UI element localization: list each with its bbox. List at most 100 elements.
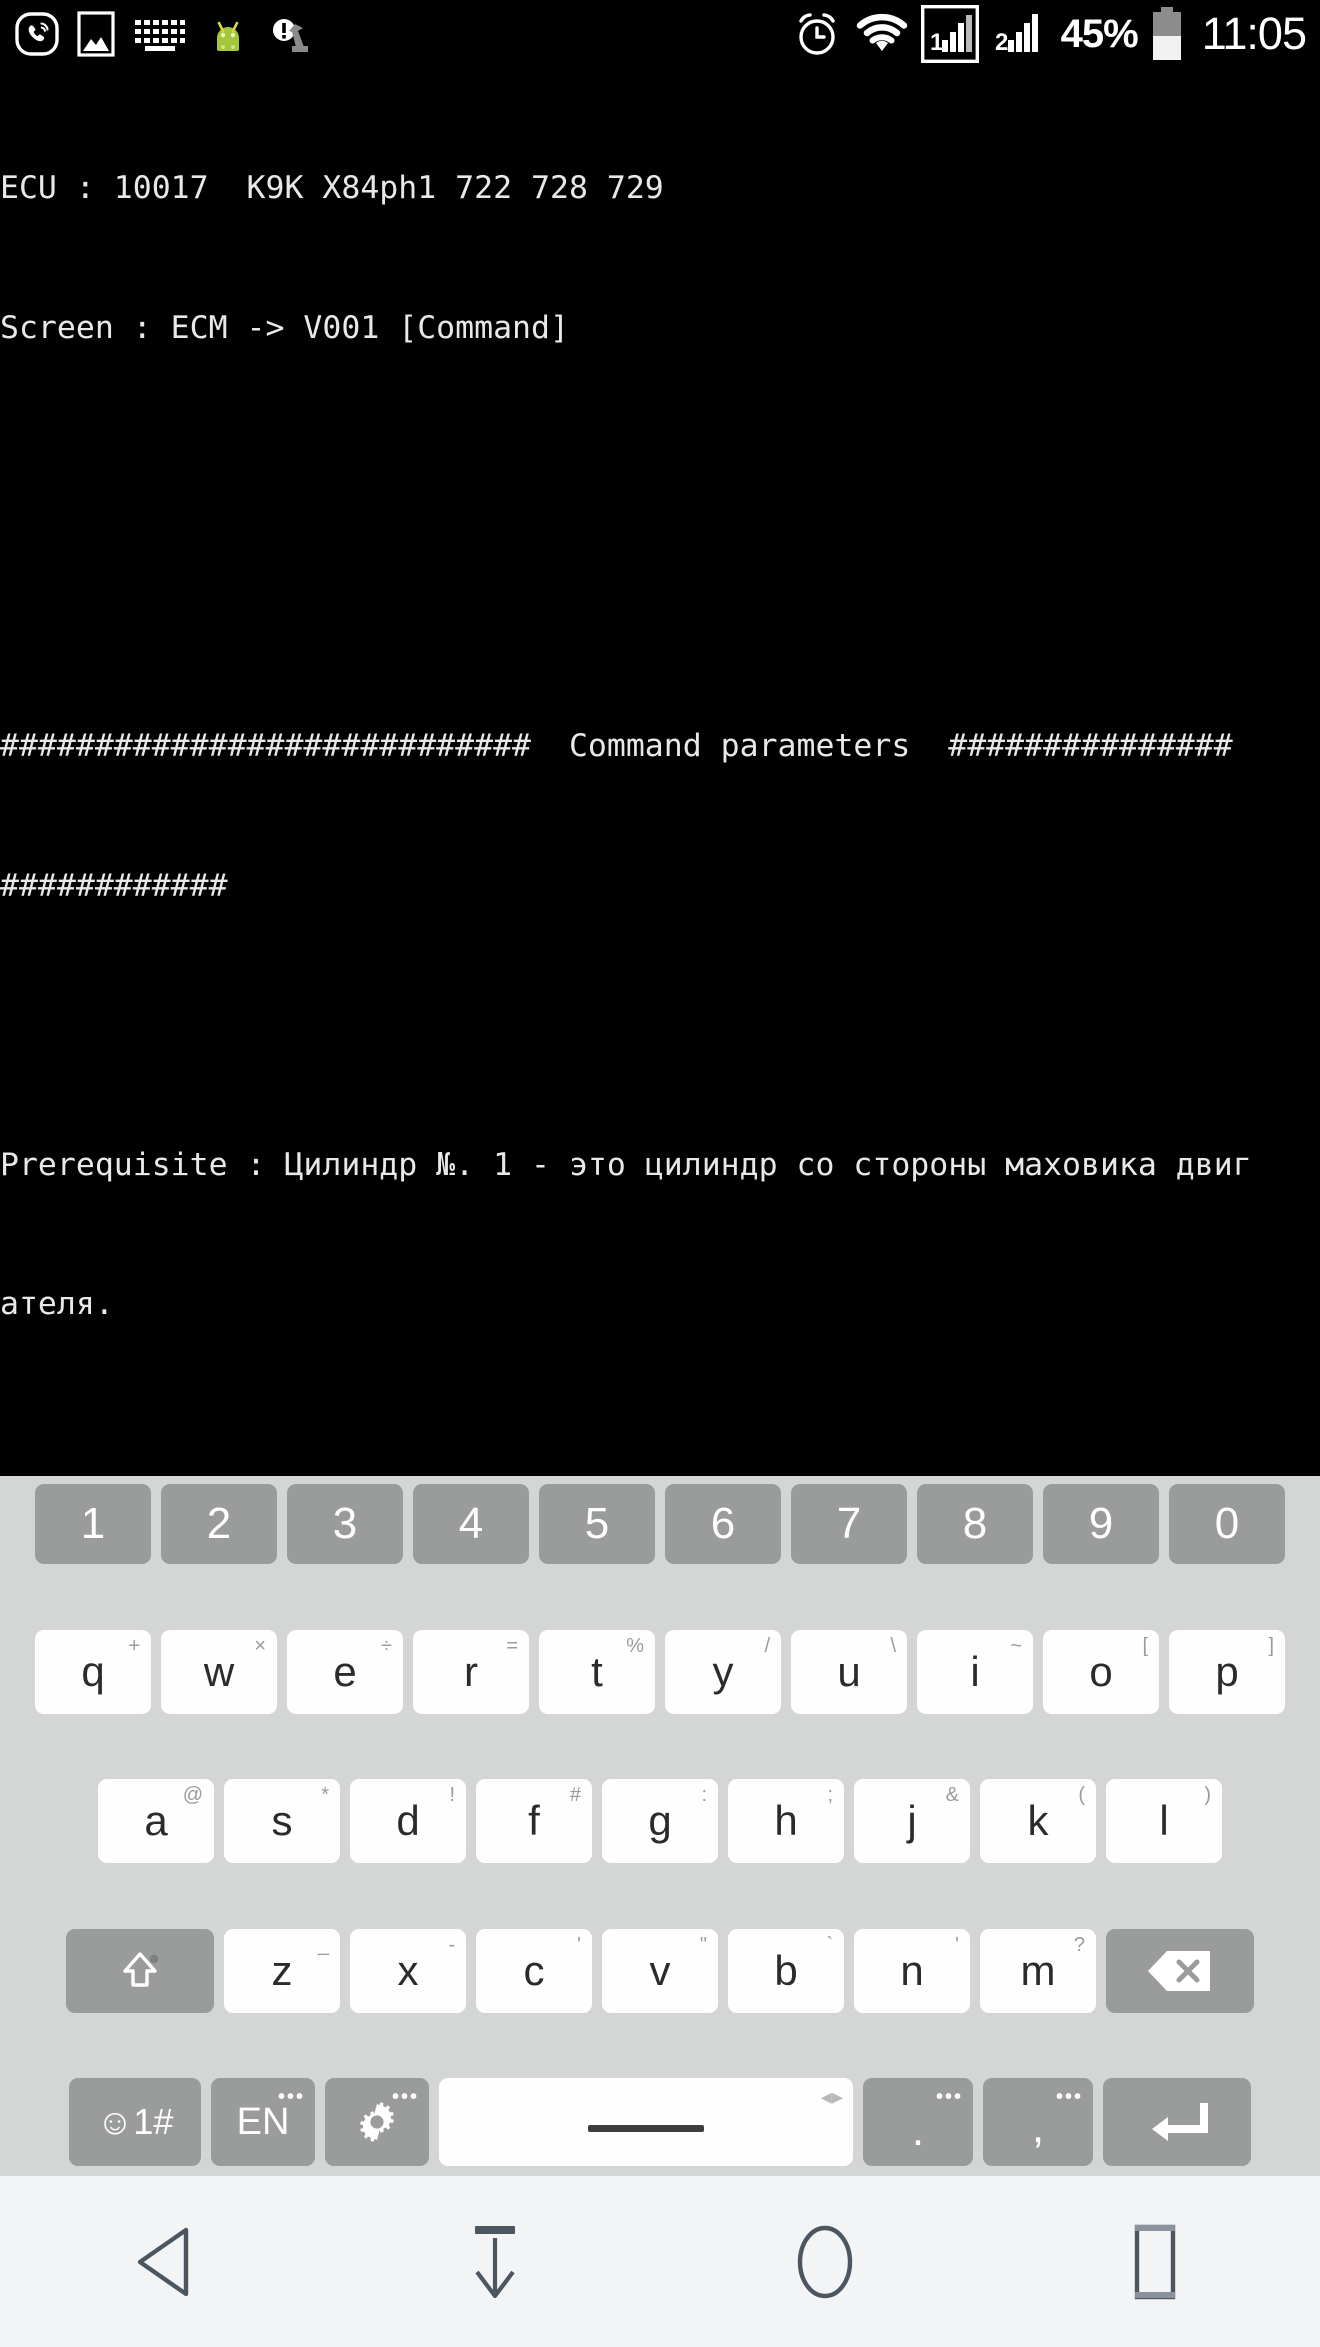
key-more-dots: ••• bbox=[391, 2086, 419, 2108]
key-4[interactable]: 4 bbox=[413, 1484, 529, 1564]
shift-arrow-icon bbox=[123, 1951, 159, 1987]
key-r[interactable]: = r bbox=[413, 1629, 529, 1714]
key-1[interactable]: 1 bbox=[35, 1484, 151, 1564]
key-f[interactable]: # f bbox=[476, 1779, 592, 1863]
key-hint: - bbox=[448, 1933, 455, 1956]
key-hint: & bbox=[945, 1784, 959, 1806]
nav-hide-keyboard-button[interactable] bbox=[395, 2202, 595, 2322]
key-i[interactable]: ~ i bbox=[917, 1629, 1033, 1714]
period-key[interactable]: •••. bbox=[863, 2078, 973, 2166]
key-9[interactable]: 9 bbox=[1043, 1484, 1159, 1564]
key-hint: ÷ bbox=[381, 1634, 392, 1657]
key-hint: # bbox=[569, 1784, 581, 1806]
key-label: h bbox=[774, 1797, 798, 1844]
key-hint: * bbox=[321, 1784, 329, 1806]
signal-sim2-icon: 2 bbox=[995, 14, 1038, 56]
key-o[interactable]: [o bbox=[1043, 1629, 1159, 1714]
key-3[interactable]: 3 bbox=[287, 1484, 403, 1564]
key-hint: : bbox=[701, 1784, 707, 1806]
terminal-line: ECU : 10017 K9K X84ph1 722 728 729 bbox=[0, 170, 664, 206]
key-w[interactable]: × w bbox=[161, 1629, 277, 1714]
keyboard-row-function: ☺1# ••• EN ••• ◂▸ •••. •••, bbox=[6, 2078, 1314, 2166]
symbols-key[interactable]: ☺1# bbox=[69, 2078, 201, 2166]
key-z[interactable]: _ z bbox=[224, 1928, 340, 2013]
key-l[interactable]: ) l bbox=[1106, 1779, 1222, 1863]
key-y[interactable]: / y bbox=[665, 1629, 781, 1714]
nav-home-button[interactable] bbox=[725, 2202, 925, 2322]
gallery-image-icon bbox=[77, 11, 115, 57]
key-h[interactable]: ; h bbox=[728, 1779, 844, 1863]
key-g[interactable]: :g bbox=[602, 1779, 718, 1863]
key-label: 0 bbox=[1214, 1499, 1240, 1548]
on-screen-keyboard[interactable]: 1 2 3 4 5 6 7 8 9 0 + q × w ÷ e = r % t / y \ u… bbox=[0, 1476, 1320, 2176]
terminal-prerequisite-line: ателя. bbox=[0, 1286, 114, 1322]
keyboard-row-numbers: 1 2 3 4 5 6 7 8 9 0 bbox=[6, 1484, 1314, 1564]
key-label: q bbox=[81, 1647, 105, 1695]
key-label: t bbox=[591, 1647, 603, 1695]
key-7[interactable]: 7 bbox=[791, 1484, 907, 1564]
key-more-dots: ••• bbox=[935, 2086, 963, 2108]
hide-keyboard-down-arrow-icon bbox=[475, 2225, 515, 2298]
key-d[interactable]: ! d bbox=[350, 1779, 466, 1863]
key-6[interactable]: 6 bbox=[665, 1484, 781, 1564]
key-label: j bbox=[907, 1797, 917, 1844]
space-cursor-arrows-icon: ◂▸ bbox=[820, 2084, 843, 2109]
comma-key[interactable]: •••, bbox=[983, 2078, 1093, 2166]
keyboard-row-bottom: _ z -x ' c " v ` b ' n ? m bbox=[6, 1928, 1314, 2013]
phone-screen: 1 2 45% 11:05 ECU : 10017 K9K X84ph1 722… bbox=[0, 0, 1320, 2347]
key-label: 1 bbox=[80, 1499, 106, 1548]
key-n[interactable]: ' n bbox=[854, 1928, 970, 2013]
key-q[interactable]: + q bbox=[35, 1629, 151, 1714]
key-a[interactable]: @ a bbox=[98, 1779, 214, 1863]
key-hint: ~ bbox=[1010, 1634, 1022, 1657]
key-p[interactable]: ] p bbox=[1169, 1629, 1285, 1714]
key-m[interactable]: ? m bbox=[980, 1928, 1096, 2013]
shift-key[interactable] bbox=[66, 1928, 214, 2013]
key-hint: % bbox=[626, 1634, 644, 1657]
key-v[interactable]: " v bbox=[602, 1928, 718, 2013]
key-label: w bbox=[203, 1647, 235, 1695]
key-hint: ] bbox=[1268, 1634, 1274, 1657]
terminal-banner-line: ############ bbox=[0, 867, 228, 904]
key-label: . bbox=[911, 2106, 925, 2155]
key-8[interactable]: 8 bbox=[917, 1484, 1033, 1564]
key-label: v bbox=[649, 1946, 671, 1994]
key-hint: + bbox=[128, 1634, 140, 1657]
home-circle-icon bbox=[797, 2225, 853, 2298]
battery-icon bbox=[1152, 7, 1181, 60]
key-b[interactable]: ` b bbox=[728, 1928, 844, 2013]
key-label: 8 bbox=[962, 1499, 988, 1548]
backspace-key[interactable] bbox=[1106, 1928, 1254, 2013]
key-label: k bbox=[1027, 1797, 1049, 1844]
space-key[interactable]: ◂▸ bbox=[439, 2078, 853, 2166]
key-label: 4 bbox=[458, 1499, 484, 1548]
nav-recents-button[interactable] bbox=[1055, 2202, 1255, 2322]
key-5[interactable]: 5 bbox=[539, 1484, 655, 1564]
key-k[interactable]: (k bbox=[980, 1779, 1096, 1863]
enter-arrow-icon bbox=[1152, 2103, 1208, 2141]
key-x[interactable]: -x bbox=[350, 1928, 466, 2013]
nav-back-button[interactable] bbox=[65, 2202, 265, 2322]
key-label: r bbox=[464, 1647, 478, 1695]
key-s[interactable]: * s bbox=[224, 1779, 340, 1863]
terminal-output[interactable]: ECU : 10017 K9K X84ph1 722 728 729 Scree… bbox=[0, 68, 1320, 1476]
key-c[interactable]: ' c bbox=[476, 1928, 592, 2013]
key-2[interactable]: 2 bbox=[161, 1484, 277, 1564]
key-label: b bbox=[774, 1946, 798, 1994]
navigation-bar bbox=[0, 2176, 1320, 2347]
enter-key[interactable] bbox=[1103, 2078, 1251, 2166]
backspace-icon bbox=[1148, 1950, 1210, 1991]
key-t[interactable]: % t bbox=[539, 1629, 655, 1714]
key-0[interactable]: 0 bbox=[1169, 1484, 1285, 1564]
settings-key[interactable]: ••• bbox=[325, 2078, 429, 2166]
key-hint: \ bbox=[890, 1634, 896, 1657]
key-label: d bbox=[396, 1797, 420, 1844]
key-label: f bbox=[528, 1797, 540, 1844]
svg-text:1: 1 bbox=[930, 29, 943, 56]
key-j[interactable]: & j bbox=[854, 1779, 970, 1863]
key-e[interactable]: ÷ e bbox=[287, 1629, 403, 1714]
language-key[interactable]: ••• EN bbox=[211, 2078, 315, 2166]
key-u[interactable]: \ u bbox=[791, 1629, 907, 1714]
key-label: , bbox=[1031, 2103, 1045, 2152]
